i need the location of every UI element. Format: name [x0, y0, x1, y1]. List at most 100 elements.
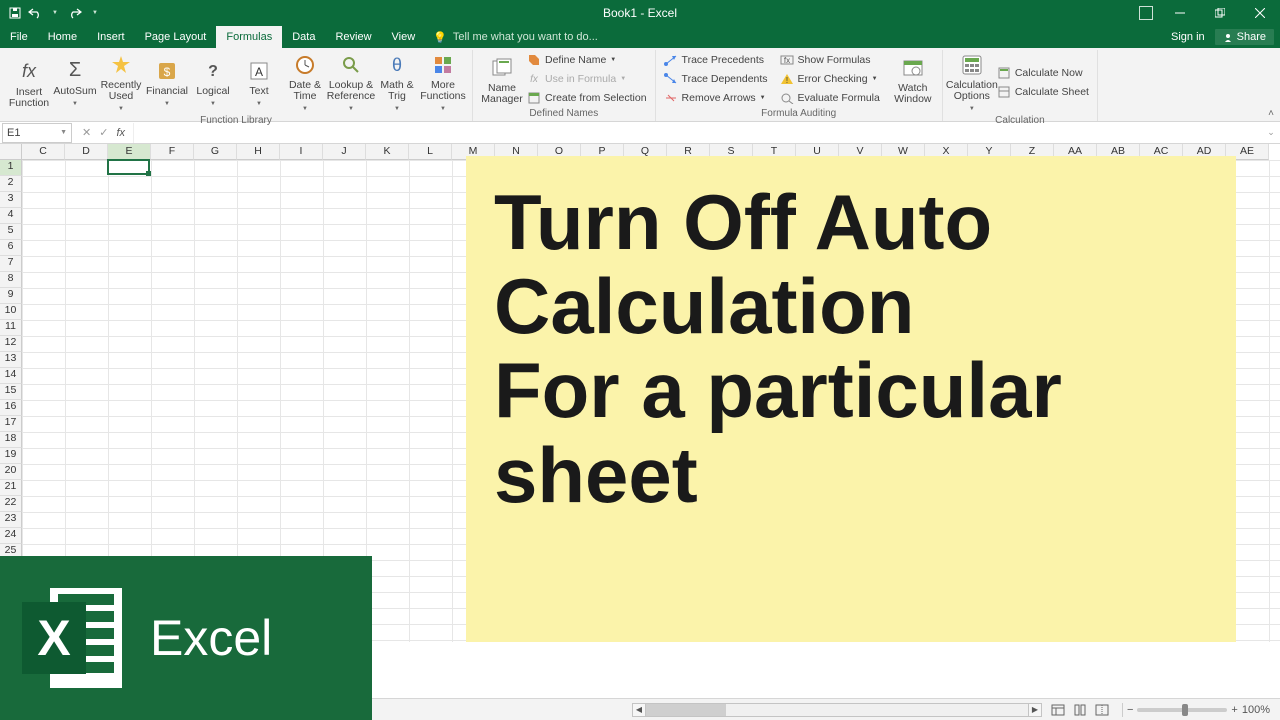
- close-button[interactable]: [1240, 0, 1280, 26]
- row-header[interactable]: 15: [0, 384, 22, 400]
- qat-customize-icon[interactable]: ▼: [88, 6, 102, 20]
- column-header[interactable]: G: [194, 144, 237, 160]
- row-header[interactable]: 20: [0, 464, 22, 480]
- row-header[interactable]: 2: [0, 176, 22, 192]
- date-time-button[interactable]: Date & Time▼: [282, 50, 328, 115]
- scroll-right-icon[interactable]: ▶: [1028, 703, 1042, 717]
- remove-arrows-button[interactable]: Remove Arrows ▼: [662, 89, 770, 107]
- tab-file[interactable]: File: [0, 26, 38, 48]
- zoom-out-icon[interactable]: −: [1127, 704, 1133, 716]
- financial-button[interactable]: $Financial▼: [144, 56, 190, 110]
- row-header[interactable]: 17: [0, 416, 22, 432]
- normal-view-icon[interactable]: [1048, 702, 1068, 718]
- select-all-corner[interactable]: [0, 144, 22, 160]
- row-header[interactable]: 21: [0, 480, 22, 496]
- calculate-sheet-button[interactable]: Calculate Sheet: [995, 83, 1091, 101]
- tab-home[interactable]: Home: [38, 26, 87, 48]
- undo-icon[interactable]: [28, 6, 42, 20]
- define-name-button[interactable]: Define Name ▼: [525, 51, 649, 69]
- row-header[interactable]: 10: [0, 304, 22, 320]
- restore-button[interactable]: [1200, 0, 1240, 26]
- name-box-dropdown-icon[interactable]: ▼: [60, 129, 67, 136]
- title-bar: ▼ ▼ Book1 - Excel: [0, 0, 1280, 26]
- row-header[interactable]: 5: [0, 224, 22, 240]
- column-header[interactable]: E: [108, 144, 151, 160]
- page-layout-view-icon[interactable]: [1070, 702, 1090, 718]
- ribbon-display-icon[interactable]: [1132, 0, 1160, 26]
- scroll-left-icon[interactable]: ◀: [632, 703, 646, 717]
- column-header[interactable]: L: [409, 144, 452, 160]
- text-button[interactable]: AText▼: [236, 56, 282, 110]
- row-header[interactable]: 1: [0, 160, 22, 176]
- column-header[interactable]: J: [323, 144, 366, 160]
- collapse-ribbon-icon[interactable]: ˄: [1268, 108, 1274, 119]
- ribbon: fxInsert Function ΣAutoSum▼ Recently Use…: [0, 48, 1280, 122]
- evaluate-formula-button[interactable]: Evaluate Formula: [778, 89, 882, 107]
- column-header[interactable]: H: [237, 144, 280, 160]
- column-header[interactable]: F: [151, 144, 194, 160]
- scroll-thumb[interactable]: [646, 704, 726, 716]
- row-header[interactable]: 16: [0, 400, 22, 416]
- undo-dropdown-icon[interactable]: ▼: [48, 6, 62, 20]
- row-header[interactable]: 7: [0, 256, 22, 272]
- column-header[interactable]: D: [65, 144, 108, 160]
- column-header[interactable]: K: [366, 144, 409, 160]
- redo-icon[interactable]: [68, 6, 82, 20]
- minimize-button[interactable]: [1160, 0, 1200, 26]
- calculation-options-button[interactable]: Calculation Options▼: [949, 50, 995, 115]
- row-header[interactable]: 23: [0, 512, 22, 528]
- tell-me[interactable]: 💡 Tell me what you want to do...: [433, 26, 598, 48]
- share-button[interactable]: Share: [1215, 29, 1274, 45]
- calculate-now-button[interactable]: Calculate Now: [995, 64, 1091, 82]
- recently-used-button[interactable]: Recently Used▼: [98, 50, 144, 115]
- name-manager-button[interactable]: Name Manager: [479, 53, 525, 105]
- logical-button[interactable]: ?Logical▼: [190, 56, 236, 110]
- trace-precedents-button[interactable]: Trace Precedents: [662, 51, 770, 69]
- expand-formula-bar-icon[interactable]: ⌄: [1262, 127, 1280, 138]
- row-header[interactable]: 6: [0, 240, 22, 256]
- sign-in-link[interactable]: Sign in: [1161, 31, 1215, 43]
- fx-bar-icon[interactable]: fx: [116, 127, 125, 139]
- tell-me-text: Tell me what you want to do...: [453, 31, 598, 43]
- math-trig-button[interactable]: θMath & Trig▼: [374, 50, 420, 115]
- tab-review[interactable]: Review: [325, 26, 381, 48]
- scroll-track[interactable]: [646, 703, 1028, 717]
- row-header[interactable]: 13: [0, 352, 22, 368]
- page-break-view-icon[interactable]: [1092, 702, 1112, 718]
- row-header[interactable]: 3: [0, 192, 22, 208]
- row-header[interactable]: 22: [0, 496, 22, 512]
- row-header[interactable]: 4: [0, 208, 22, 224]
- row-header[interactable]: 24: [0, 528, 22, 544]
- tab-formulas[interactable]: Formulas: [216, 26, 282, 48]
- row-header[interactable]: 12: [0, 336, 22, 352]
- zoom-in-icon[interactable]: +: [1231, 704, 1237, 716]
- lookup-button[interactable]: Lookup & Reference▼: [328, 50, 374, 115]
- autosum-button[interactable]: ΣAutoSum▼: [52, 56, 98, 110]
- insert-function-button[interactable]: fxInsert Function: [6, 57, 52, 109]
- watch-window-button[interactable]: Watch Window: [890, 53, 936, 105]
- more-functions-button[interactable]: More Functions▼: [420, 50, 466, 115]
- tab-data[interactable]: Data: [282, 26, 325, 48]
- use-in-formula-button[interactable]: fxUse in Formula ▼: [525, 70, 649, 88]
- row-header[interactable]: 9: [0, 288, 22, 304]
- error-checking-button[interactable]: !Error Checking ▼: [778, 70, 882, 88]
- show-formulas-button[interactable]: fxShow Formulas: [778, 51, 882, 69]
- row-header[interactable]: 18: [0, 432, 22, 448]
- zoom-slider[interactable]: [1137, 708, 1227, 712]
- tab-page-layout[interactable]: Page Layout: [135, 26, 217, 48]
- horizontal-scrollbar[interactable]: ◀ ▶: [632, 703, 1042, 717]
- row-header[interactable]: 14: [0, 368, 22, 384]
- column-header[interactable]: I: [280, 144, 323, 160]
- row-header[interactable]: 11: [0, 320, 22, 336]
- financial-icon: $: [154, 58, 180, 84]
- tab-view[interactable]: View: [382, 26, 426, 48]
- tab-insert[interactable]: Insert: [87, 26, 135, 48]
- row-header[interactable]: 8: [0, 272, 22, 288]
- trace-dependents-button[interactable]: Trace Dependents: [662, 70, 770, 88]
- create-from-selection-button[interactable]: Create from Selection: [525, 89, 649, 107]
- column-header[interactable]: C: [22, 144, 65, 160]
- zoom-level[interactable]: 100%: [1242, 704, 1270, 716]
- row-header[interactable]: 19: [0, 448, 22, 464]
- selected-cell[interactable]: [107, 159, 150, 175]
- save-icon[interactable]: [8, 6, 22, 20]
